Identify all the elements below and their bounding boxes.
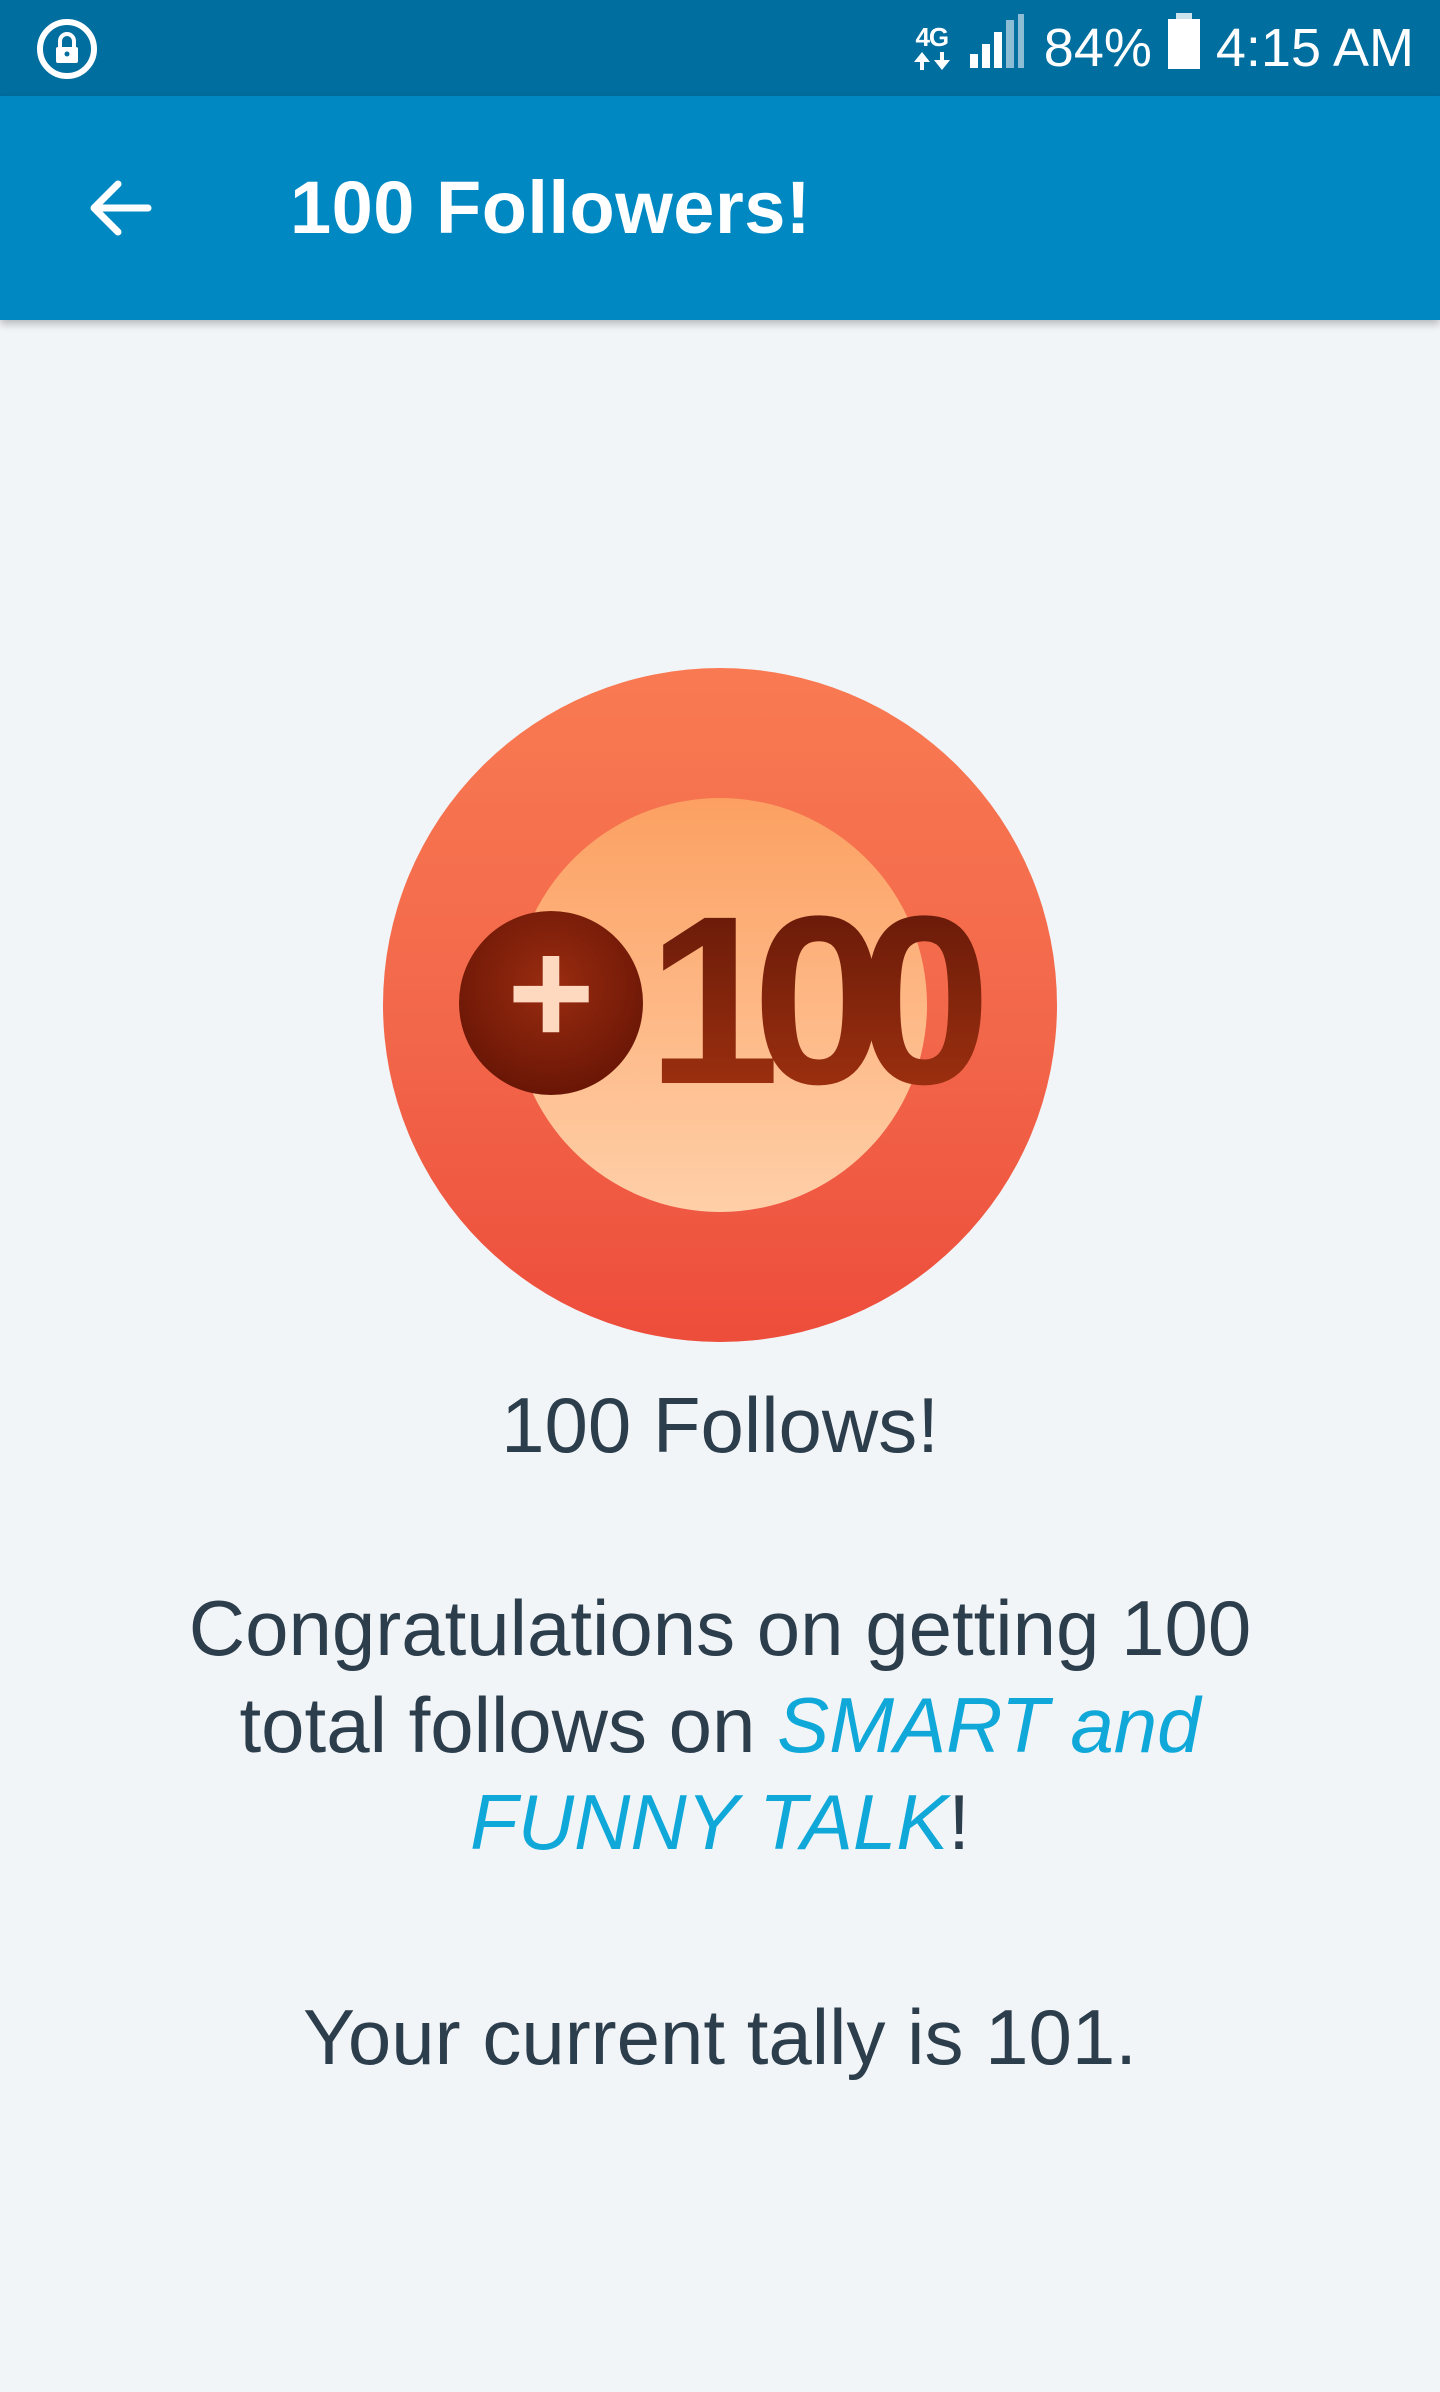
- app-bar: 100 Followers!: [0, 96, 1440, 320]
- page-title: 100 Followers!: [290, 166, 812, 249]
- badge-number: 100: [647, 866, 982, 1134]
- signal-bars-icon: [968, 13, 1026, 83]
- lte-4g-icon: 4G: [910, 24, 954, 72]
- arrow-back-icon: [90, 180, 152, 236]
- battery-icon: [1166, 12, 1202, 84]
- achievement-content: + 100 100 Follows! Congratulations on ge…: [0, 320, 1440, 2392]
- tally-text: Your current tally is 101.: [303, 1993, 1137, 2081]
- status-indicators: 4G 84% 4:15 AM: [910, 0, 1414, 96]
- lock-circle-icon: [36, 18, 98, 80]
- achievement-title: 100 Follows!: [501, 1381, 939, 1469]
- clock: 4:15 AM: [1215, 18, 1414, 78]
- plus-100-icon: + 100: [459, 798, 1010, 1212]
- battery-percent: 84%: [1043, 18, 1152, 78]
- congrats-message: Congratulations on getting 100 total fol…: [120, 1580, 1320, 1871]
- back-button[interactable]: [60, 148, 180, 268]
- badge-plus: +: [507, 908, 595, 1076]
- congrats-end: !: [948, 1778, 970, 1866]
- achievement-badge: + 100: [383, 668, 1057, 1342]
- status-bar: 4G 84% 4:15 AM: [0, 0, 1440, 96]
